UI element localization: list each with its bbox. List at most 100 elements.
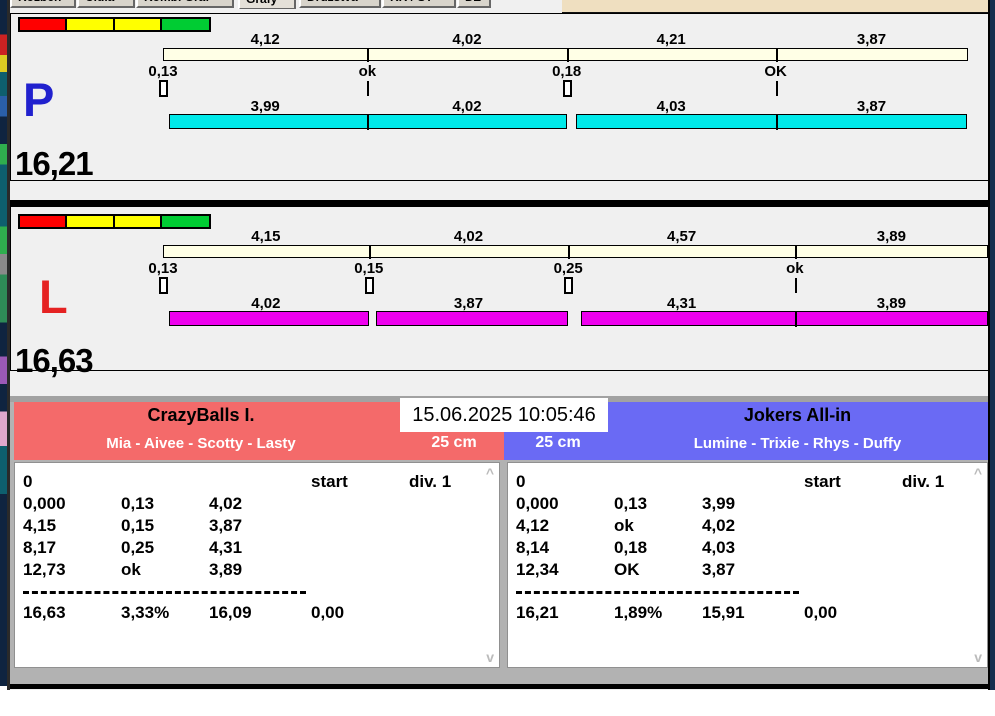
table-header-zero: 0 — [516, 472, 526, 491]
net-time-label: 4,02 — [452, 98, 482, 115]
table-total-cell: 16,09 — [209, 603, 252, 622]
crossing-label: 0,13 — [148, 260, 178, 277]
net-time-label: 3,87 — [856, 98, 887, 115]
scoreboard-panel: 15.06.2025 10:05:46 CrazyBalls I. Mia - … — [10, 396, 989, 689]
scroll-down-icon[interactable]: v — [974, 650, 982, 664]
jump-height-left: 25 cm — [431, 434, 477, 451]
tab-3[interactable]: Kombi Graf — [136, 0, 234, 8]
status-swatch — [65, 17, 115, 32]
table-cell: 12,73 — [23, 560, 66, 579]
table-cell: 0,15 — [121, 516, 155, 535]
table-cell: 3,99 — [702, 494, 736, 513]
crossing-box-marker — [159, 277, 168, 294]
team-dogs-left: Mia - Aivee - Scotty - Lasty — [106, 435, 296, 452]
table-cell: 0,000 — [516, 494, 559, 513]
background-window-sliver — [0, 0, 7, 686]
crossing-label: 0,25 — [553, 260, 583, 277]
crossing-label: OK — [764, 63, 787, 80]
results-table-right[interactable]: 0 start div. 1 0,000 0,13 3,99 4,12 ok 4,02 8,14 0… — [507, 462, 988, 668]
table-cell: 8,17 — [23, 538, 57, 557]
tab-label: Rozběh — [18, 0, 61, 4]
net-time-label: 4,03 — [656, 98, 686, 115]
crossing-ok-tick — [367, 81, 370, 96]
results-table-left[interactable]: 0 start div. 1 0,000 0,13 4,02 4,15 0,15 3,87 8,1… — [14, 462, 500, 668]
table-cell: 8,14 — [516, 538, 550, 557]
window-frame-right — [988, 0, 995, 690]
table-total-cell: 1,89% — [614, 603, 663, 622]
tab-6[interactable]: KR / ST — [382, 0, 456, 8]
tab-label: Kombi Graf — [144, 0, 209, 4]
tab-label: Grafy — [246, 0, 277, 6]
table-total-cell: 0,00 — [311, 603, 345, 622]
tab-label: DZ — [465, 0, 481, 4]
split-divider — [367, 48, 370, 62]
table-header-start: start — [804, 472, 841, 491]
tab-4[interactable]: Grafy — [238, 0, 296, 9]
table-cell: 0,13 — [614, 494, 648, 513]
split-time-label: 3,87 — [856, 31, 887, 48]
status-swatch — [65, 214, 115, 229]
crossing-label: 0,13 — [148, 63, 178, 80]
table-cell: 12,34 — [516, 560, 559, 579]
table-cell: 4,12 — [516, 516, 550, 535]
split-time-label: 4,15 — [251, 228, 281, 245]
net-time-label: 3,87 — [453, 295, 484, 312]
crossing-box-marker — [364, 277, 374, 294]
table-cell: ok — [614, 516, 634, 535]
tab-7[interactable]: DZ — [457, 0, 491, 8]
net-divider — [794, 311, 797, 327]
crossing-box-marker — [564, 277, 574, 294]
split-divider — [368, 245, 371, 259]
table-separator — [516, 591, 799, 594]
tab-1[interactable]: Rozběh — [10, 0, 76, 8]
table-separator — [23, 591, 306, 594]
table-total-cell: 3,33% — [121, 603, 170, 622]
net-time-label: 4,02 — [251, 295, 281, 312]
table-cell: 4,31 — [209, 538, 243, 557]
lane-letter-P: P — [23, 73, 55, 126]
lane-total-P: 16,21 — [15, 145, 94, 182]
table-header-div: div. 1 — [902, 472, 945, 491]
team-name-right: Jokers All-in — [743, 405, 852, 425]
tab-label: KR / ST — [390, 0, 433, 4]
crossing-label: ok — [786, 260, 804, 277]
tab-2[interactable]: Čidla — [77, 0, 135, 8]
scroll-up-icon[interactable]: ^ — [486, 466, 494, 480]
table-cell: 3,87 — [209, 516, 243, 535]
status-swatch — [18, 214, 67, 229]
table-cell: 0,000 — [23, 494, 66, 513]
tab-bar: Rozběh Čidla Kombi Graf Grafy Družstva KR / S… — [10, 0, 562, 9]
split-divider — [794, 245, 797, 259]
split-divider — [568, 245, 571, 259]
net-divider — [367, 114, 370, 130]
split-bar-track — [163, 48, 968, 61]
table-cell: 3,87 — [702, 560, 736, 579]
jump-height-right: 25 cm — [535, 434, 581, 451]
scroll-down-icon[interactable]: v — [486, 650, 494, 664]
tab-5[interactable]: Družstva — [299, 0, 381, 8]
table-header-start: start — [311, 472, 348, 491]
net-time-label: 3,99 — [250, 98, 280, 115]
scroll-up-icon[interactable]: ^ — [974, 466, 982, 480]
table-cell: 4,15 — [23, 516, 57, 535]
split-time-label: 4,02 — [453, 228, 484, 245]
table-total-cell: 15,91 — [702, 603, 745, 622]
status-swatch — [160, 17, 211, 32]
crossing-ok-tick — [794, 278, 797, 293]
table-cell: 0,13 — [121, 494, 155, 513]
lane-letter-L: L — [39, 270, 68, 323]
net-divider — [775, 114, 778, 130]
crossing-label: 0,15 — [354, 260, 384, 277]
datetime-display: 15.06.2025 10:05:46 — [400, 398, 608, 432]
table-cell: 4,02 — [209, 494, 243, 513]
lane-total-L: 16,63 — [15, 342, 94, 379]
split-time-label: 4,12 — [250, 31, 280, 48]
table-header-div: div. 1 — [409, 472, 452, 491]
application-window: Rozběh Čidla Kombi Graf Grafy Družstva KR / S… — [0, 0, 995, 716]
team-dogs-right: Lumine - Trixie - Rhys - Duffy — [693, 435, 902, 452]
status-swatch — [113, 214, 162, 229]
crossing-box-marker — [159, 80, 168, 97]
net-bar — [580, 311, 988, 326]
split-divider — [775, 48, 778, 62]
crossing-box-marker — [562, 80, 572, 97]
